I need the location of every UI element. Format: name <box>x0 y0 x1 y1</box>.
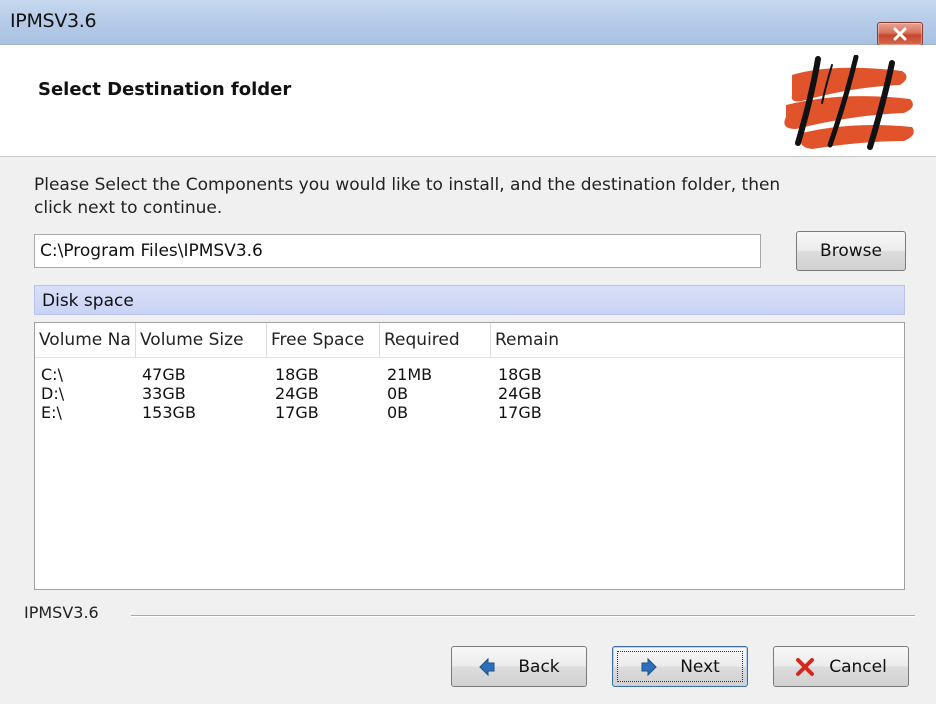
content-area: Please Select the Components you would l… <box>0 157 936 704</box>
installer-window: IPMSV3.6 Select Destination folder Pleas… <box>0 0 936 704</box>
cell-required: 0B <box>387 403 409 422</box>
title-bar[interactable]: IPMSV3.6 <box>0 0 936 46</box>
back-button[interactable]: Back <box>451 646 587 687</box>
cell-volume-size: 153GB <box>142 403 196 422</box>
column-header-volume-size[interactable]: Volume Size <box>136 323 267 357</box>
table-row[interactable]: C:\ 47GB 18GB 21MB 18GB <box>35 365 904 384</box>
column-header-remain[interactable]: Remain <box>491 323 904 357</box>
cell-volume-size: 47GB <box>142 365 186 384</box>
destination-path-input[interactable] <box>34 234 761 268</box>
close-button[interactable] <box>877 22 923 46</box>
back-button-label: Back <box>518 656 560 677</box>
table-row[interactable]: E:\ 153GB 17GB 0B 17GB <box>35 403 904 422</box>
instructions-text: Please Select the Components you would l… <box>34 175 781 218</box>
cell-volume-name: E:\ <box>41 403 62 422</box>
footer-brand-label: IPMSV3.6 <box>24 603 99 622</box>
table-row[interactable]: D:\ 33GB 24GB 0B 24GB <box>35 384 904 403</box>
disk-space-table[interactable]: Volume Na Volume Size Free Space Require… <box>34 322 905 590</box>
close-icon <box>892 27 908 41</box>
cell-free-space: 24GB <box>275 384 319 403</box>
cell-volume-size: 33GB <box>142 384 186 403</box>
cell-remain: 18GB <box>498 365 542 384</box>
cell-volume-name: D:\ <box>41 384 65 403</box>
next-button-label: Next <box>680 656 720 677</box>
page-title: Select Destination folder <box>38 79 292 100</box>
brand-logo <box>772 54 922 151</box>
cancel-x-icon <box>795 657 815 677</box>
cell-volume-name: C:\ <box>41 365 63 384</box>
cell-required: 21MB <box>387 365 433 384</box>
table-header-row: Volume Na Volume Size Free Space Require… <box>35 323 904 358</box>
arrow-left-icon <box>478 657 496 677</box>
column-header-volume-name[interactable]: Volume Na <box>35 323 136 357</box>
disk-space-header: Disk space <box>34 285 905 315</box>
cell-required: 0B <box>387 384 409 403</box>
cancel-button-label: Cancel <box>829 656 887 677</box>
arrow-right-icon <box>640 657 658 677</box>
cell-remain: 17GB <box>498 403 542 422</box>
cell-remain: 24GB <box>498 384 542 403</box>
cancel-button[interactable]: Cancel <box>773 646 909 687</box>
window-title: IPMSV3.6 <box>10 10 97 32</box>
column-header-free-space[interactable]: Free Space <box>267 323 380 357</box>
wizard-header: Select Destination folder <box>0 45 936 157</box>
browse-button[interactable]: Browse <box>796 231 906 271</box>
next-button[interactable]: Next <box>612 646 748 687</box>
footer-divider <box>131 615 915 617</box>
cell-free-space: 17GB <box>275 403 319 422</box>
cell-free-space: 18GB <box>275 365 319 384</box>
column-header-required[interactable]: Required <box>380 323 491 357</box>
